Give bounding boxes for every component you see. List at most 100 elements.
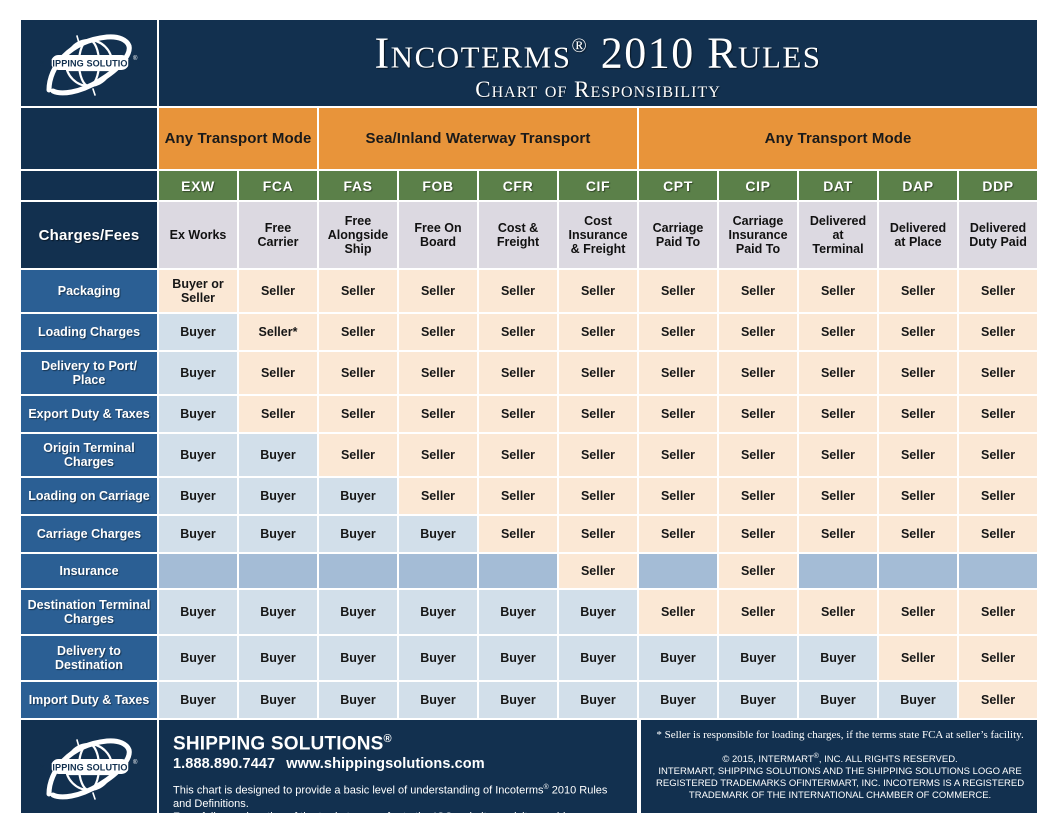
incoterm-fullname-label: Cost & Freight [496, 221, 540, 249]
responsibility-value: Buyer [340, 489, 376, 503]
column-header-cif[interactable]: CIF [559, 171, 637, 200]
incoterm-fullname-fca: Free Carrier [239, 202, 317, 268]
responsibility-cell-fas-r2: Seller [319, 314, 397, 350]
charge-row-label: Loading on Carriage [28, 489, 150, 503]
incoterm-code[interactable]: EXW [159, 171, 237, 200]
incoterm-code[interactable]: FOB [399, 171, 477, 200]
responsibility-value: Buyer [180, 693, 216, 707]
responsibility-cell-ddp-r10: Seller [959, 636, 1038, 680]
row-label-cell: Destination Terminal Charges [21, 590, 157, 634]
incoterm-fullname-dat: Delivered at Terminal [799, 202, 877, 268]
incoterm-code[interactable]: FCA [239, 171, 317, 200]
footer-legal-cell: * Seller is responsible for loading char… [639, 720, 1038, 813]
responsibility-cell-cif-r8: Seller [559, 554, 637, 588]
responsibility-value: Seller [500, 284, 536, 298]
charge-row-label: Origin Terminal Charges [43, 441, 135, 469]
column-header-cip[interactable]: CIP [719, 171, 797, 200]
incoterm-code[interactable]: DAT [799, 171, 877, 200]
responsibility-value: Seller [981, 448, 1016, 462]
responsibility-value: Seller [580, 366, 616, 380]
responsibility-cell-dap-r3: Seller [879, 352, 957, 394]
column-header-ddp[interactable]: DDP [959, 171, 1038, 200]
responsibility-value: Seller [740, 325, 776, 339]
responsibility-cell-fas-r4: Seller [319, 396, 397, 432]
responsibility-cell-ddp-r1: Seller [959, 270, 1038, 312]
responsibility-value [639, 554, 717, 588]
responsibility-cell-cpt-r11: Buyer [639, 682, 717, 718]
incoterm-fullname-cif: Cost Insurance & Freight [559, 202, 637, 268]
responsibility-cell-cip-r2: Seller [719, 314, 797, 350]
responsibility-value: Seller [500, 489, 536, 503]
transport-mode-label: Any Transport Mode [764, 130, 912, 147]
responsibility-cell-fca-r2: Seller* [239, 314, 317, 350]
transport-mode-group-1: Any Transport Mode [159, 108, 317, 169]
responsibility-cell-dat-r3: Seller [799, 352, 877, 394]
responsibility-value: Buyer [500, 693, 536, 707]
responsibility-value: Seller [500, 366, 536, 380]
column-header-dat[interactable]: DAT [799, 171, 877, 200]
responsibility-cell-fas-r7: Buyer [319, 516, 397, 552]
responsibility-value: Buyer [180, 407, 216, 421]
responsibility-cell-exw-r9: Buyer [159, 590, 237, 634]
responsibility-cell-dap-r9: Seller [879, 590, 957, 634]
responsibility-value: Buyer [260, 651, 296, 665]
incoterm-fullname-ddp: Delivered Duty Paid [959, 202, 1038, 268]
responsibility-value: Seller [340, 407, 376, 421]
responsibility-value: Buyer [340, 527, 376, 541]
responsibility-cell-cip-r9: Seller [719, 590, 797, 634]
responsibility-value: Buyer [180, 325, 216, 339]
responsibility-cell-cpt-r2: Seller [639, 314, 717, 350]
responsibility-value: Seller [580, 489, 616, 503]
column-header-fas[interactable]: FAS [319, 171, 397, 200]
responsibility-cell-cif-r6: Seller [559, 478, 637, 514]
column-header-cfr[interactable]: CFR [479, 171, 557, 200]
responsibility-cell-ddp-r11: Seller [959, 682, 1038, 718]
page-title: Incoterms® 2010 Rules [374, 28, 822, 78]
responsibility-cell-exw-r10: Buyer [159, 636, 237, 680]
incoterm-code[interactable]: DAP [879, 171, 957, 200]
responsibility-cell-fas-r6: Buyer [319, 478, 397, 514]
footer-website-link[interactable]: www.shippingsolutions.com [286, 756, 485, 772]
incoterm-fullname-label: Cost Insurance & Freight [568, 214, 628, 256]
responsibility-cell-dap-r2: Seller [879, 314, 957, 350]
incoterm-code[interactable]: CIF [559, 171, 637, 200]
responsibility-cell-exw-r1: Buyer or Seller [159, 270, 237, 312]
responsibility-value: Seller [820, 448, 856, 462]
responsibility-value: Seller [740, 448, 776, 462]
responsibility-value: Seller [740, 366, 776, 380]
responsibility-value: Seller [740, 407, 776, 421]
responsibility-value: Buyer [260, 489, 296, 503]
responsibility-value: Seller [340, 284, 376, 298]
responsibility-value [479, 554, 557, 588]
responsibility-value: Seller [420, 407, 456, 421]
charge-row-label: Destination Terminal Charges [27, 598, 151, 626]
transport-mode-group-2: Sea/Inland Waterway Transport [319, 108, 637, 169]
incoterm-fullname-fob: Free On Board [399, 202, 477, 268]
column-header-dap[interactable]: DAP [879, 171, 957, 200]
responsibility-cell-cif-r4: Seller [559, 396, 637, 432]
incoterm-fullname-cfr: Cost & Freight [479, 202, 557, 268]
incoterm-code[interactable]: CIP [719, 171, 797, 200]
responsibility-value: Seller [740, 605, 776, 619]
incoterm-fullname-label: Free Alongside Ship [327, 214, 389, 256]
row-label-cell: Loading on Carriage [21, 478, 157, 514]
incoterm-code[interactable]: DDP [959, 171, 1037, 200]
incoterm-code[interactable]: CPT [639, 171, 717, 200]
column-header-fob[interactable]: FOB [399, 171, 477, 200]
incoterm-fullname-label: Delivered Duty Paid [969, 221, 1027, 249]
responsibility-value: Seller [340, 448, 376, 462]
incoterm-code[interactable]: FAS [319, 171, 397, 200]
column-header-exw[interactable]: EXW [159, 171, 237, 200]
responsibility-value [799, 554, 877, 588]
responsibility-value: Buyer or Seller [172, 277, 224, 305]
incoterm-code[interactable]: CFR [479, 171, 557, 200]
responsibility-value: Seller [981, 651, 1016, 665]
responsibility-cell-fob-r1: Seller [399, 270, 477, 312]
footer-phone[interactable]: 1.888.890.7447 [173, 756, 275, 772]
responsibility-cell-cfr-r3: Seller [479, 352, 557, 394]
copyright-line-4: TRADEMARK OF THE INTERNATIONAL CHAMBER O… [688, 790, 992, 802]
responsibility-value: Buyer [260, 527, 296, 541]
footer-description: This chart is designed to provide a basi… [173, 781, 627, 837]
column-header-fca[interactable]: FCA [239, 171, 317, 200]
column-header-cpt[interactable]: CPT [639, 171, 717, 200]
